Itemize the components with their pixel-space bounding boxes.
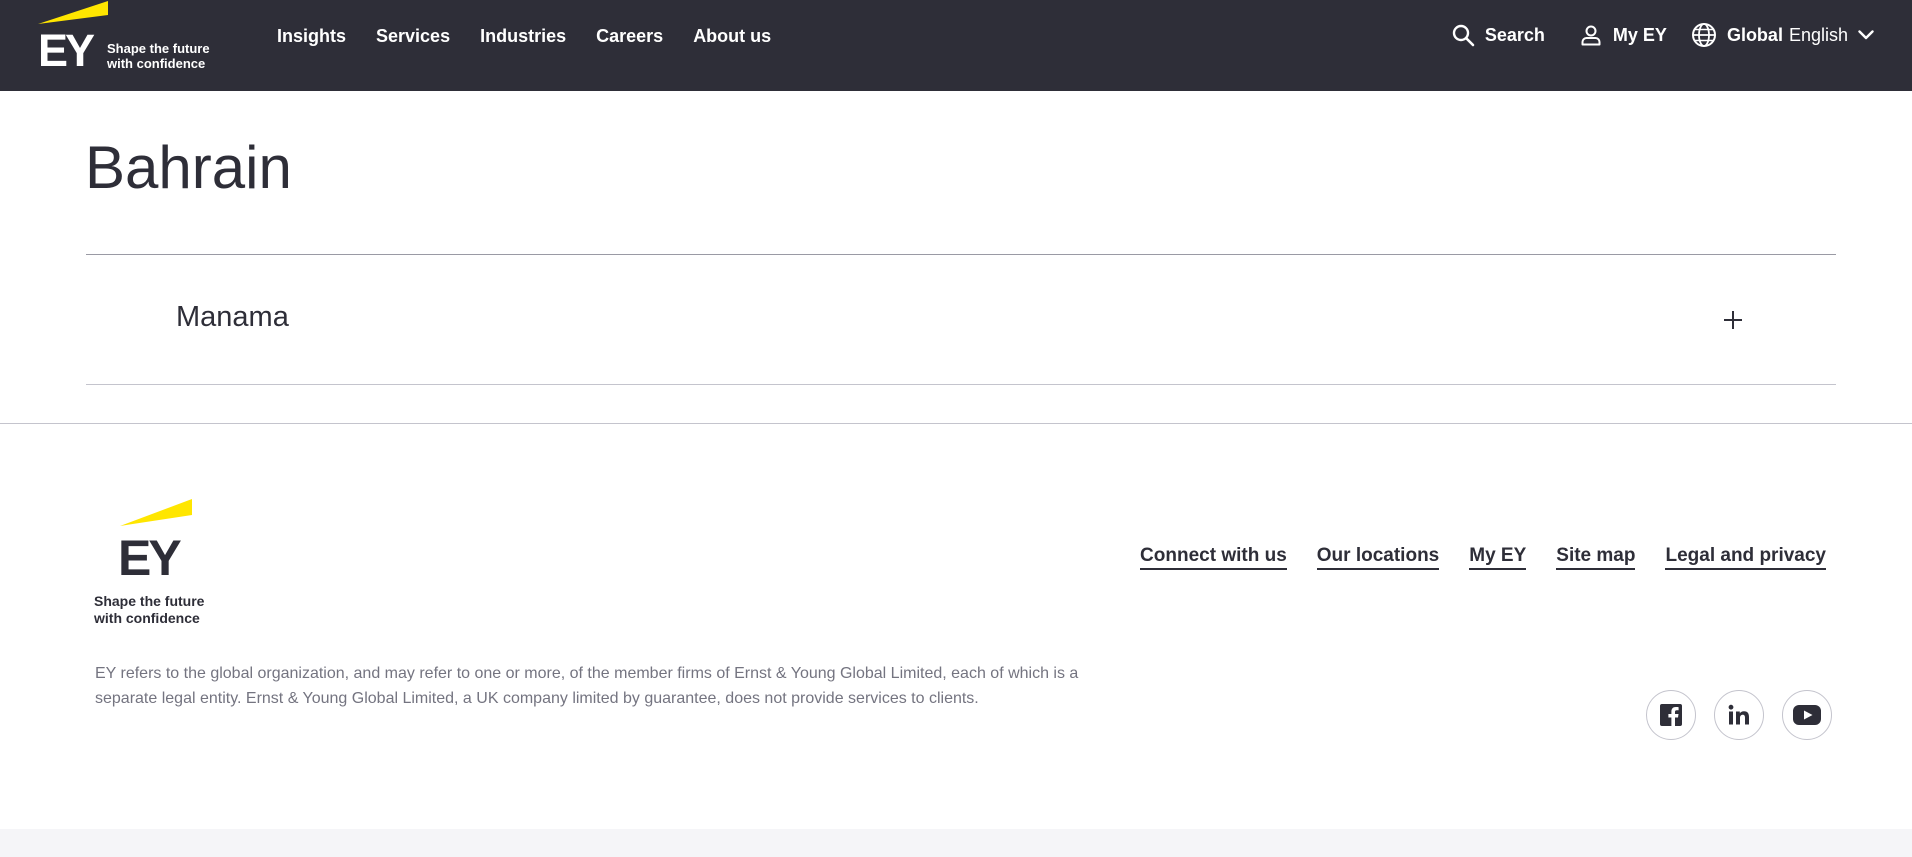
- language-label: English: [1788, 24, 1848, 45]
- user-icon: [1581, 25, 1601, 46]
- globe-icon: [1691, 23, 1716, 47]
- footer-tagline-line-2: with confidence: [94, 610, 200, 626]
- plus-icon[interactable]: [1723, 310, 1743, 330]
- accordion-item-label: Manama: [176, 301, 289, 333]
- nav-services[interactable]: Services: [376, 26, 450, 47]
- nav-industries[interactable]: Industries: [480, 26, 566, 47]
- footer-link-site-map[interactable]: Site map: [1556, 545, 1636, 570]
- site-header: EY Shape the future with confidence Insi…: [0, 0, 1912, 91]
- footer-divider: [0, 423, 1912, 424]
- linkedin-icon: [1728, 704, 1749, 725]
- page-title: Bahrain: [85, 134, 292, 201]
- facebook-button[interactable]: [1646, 690, 1696, 740]
- logo-beam-icon: [38, 1, 108, 24]
- footer-logo-tagline: Shape the future with confidence: [94, 593, 204, 627]
- nav-careers[interactable]: Careers: [596, 26, 663, 47]
- footer-link-connect[interactable]: Connect with us: [1140, 545, 1287, 570]
- language-selector[interactable]: Global English: [1691, 22, 1874, 48]
- footer-ey-logo[interactable]: EY Shape the future with confidence: [94, 499, 224, 629]
- ey-logo[interactable]: EY Shape the future with confidence: [38, 0, 218, 75]
- nav-about-us[interactable]: About us: [693, 26, 771, 47]
- logo-text: EY: [38, 25, 95, 76]
- nav-insights[interactable]: Insights: [277, 26, 346, 47]
- chevron-down-icon: [1858, 30, 1874, 40]
- page-bottom-band: [0, 829, 1912, 857]
- footer-link-my-ey[interactable]: My EY: [1469, 545, 1527, 570]
- accordion-item-manama[interactable]: Manama: [86, 255, 1836, 384]
- search-button[interactable]: Search: [1451, 23, 1545, 47]
- footer-tagline-line-1: Shape the future: [94, 593, 205, 609]
- youtube-icon: [1793, 705, 1821, 725]
- linkedin-button[interactable]: [1714, 690, 1764, 740]
- footer-logo-text: EY: [118, 530, 182, 586]
- social-links: [1628, 690, 1832, 740]
- accordion-bottom-divider: [86, 384, 1836, 385]
- youtube-button[interactable]: [1782, 690, 1832, 740]
- search-icon: [1452, 24, 1475, 47]
- logo-beam-icon: [120, 499, 192, 526]
- footer-disclaimer: EY refers to the global organization, an…: [95, 665, 1079, 707]
- utility-navigation: Search My EY Global English: [1451, 22, 1874, 48]
- footer-link-locations[interactable]: Our locations: [1316, 545, 1440, 570]
- logo-tagline: Shape the future with confidence: [107, 41, 210, 71]
- main-navigation: Insights Services Industries Careers Abo…: [277, 26, 801, 47]
- footer-link-legal[interactable]: Legal and privacy: [1665, 545, 1826, 570]
- search-label: Search: [1484, 24, 1545, 45]
- my-ey-label: My EY: [1612, 24, 1667, 45]
- region-label: Global: [1726, 24, 1783, 45]
- footer-links: Connect with us Our locations My EY Site…: [1110, 545, 1826, 570]
- tagline-line-2: with confidence: [107, 56, 206, 71]
- facebook-icon: [1660, 704, 1682, 726]
- tagline-line-1: Shape the future: [107, 41, 210, 56]
- my-ey-button[interactable]: My EY: [1579, 23, 1667, 47]
